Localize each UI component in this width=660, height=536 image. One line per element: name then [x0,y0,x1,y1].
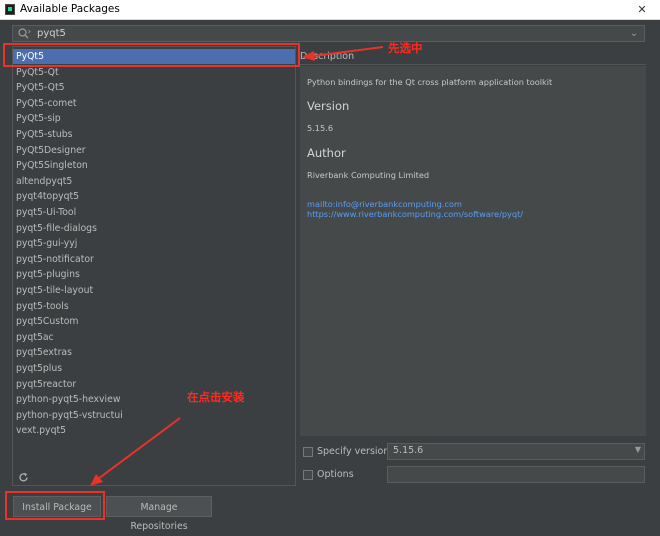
arrow-to-selection [312,46,384,57]
arrow-to-install [97,417,181,480]
arrow-head-selection [302,51,315,61]
annotation-arrows [90,46,384,486]
annotation-then-install: 在点击安装 [187,390,245,404]
annotation-select-first: 先选中 [388,41,423,55]
